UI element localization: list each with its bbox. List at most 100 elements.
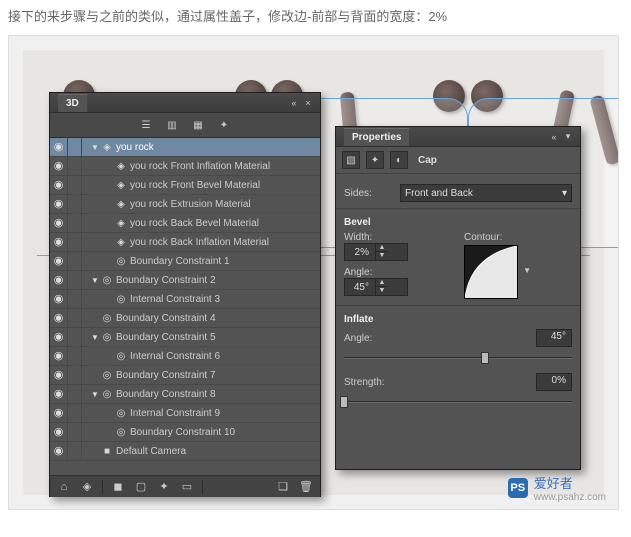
hollow-square-icon[interactable]: ▢ [133, 479, 149, 495]
panel-properties-tab[interactable]: Properties [344, 128, 409, 146]
watermark-logo: PS [508, 478, 528, 498]
tree-row[interactable]: ◉◈you rock Back Bevel Material [50, 214, 320, 233]
inflate-angle-value[interactable]: 45° [536, 329, 572, 347]
tree-row[interactable]: ◉■Default Camera [50, 442, 320, 461]
visibility-icon[interactable]: ◉ [50, 366, 68, 384]
visibility-icon[interactable]: ◉ [50, 214, 68, 232]
strength-label: Strength: [344, 377, 404, 388]
node-label: you rock [116, 142, 154, 153]
light-icon[interactable]: ✦ [216, 117, 232, 133]
inflate-title: Inflate [344, 314, 572, 325]
tree-row[interactable]: ◉▼◈you rock [50, 138, 320, 157]
chevron-down-icon[interactable]: ▼ [523, 266, 531, 275]
strength-slider[interactable] [344, 395, 572, 409]
light-add-icon[interactable]: ✦ [156, 479, 172, 495]
tree-row[interactable]: ◉◎Internal Constraint 3 [50, 290, 320, 309]
tree-row[interactable]: ◉◈you rock Back Inflation Material [50, 233, 320, 252]
tree-row[interactable]: ◉ ▼◎Boundary Constraint 5 [50, 328, 320, 347]
tree-row[interactable]: ◉◎Boundary Constraint 10 [50, 423, 320, 442]
tree-row[interactable]: ◉◎Internal Constraint 6 [50, 347, 320, 366]
visibility-icon[interactable]: ◉ [50, 309, 68, 327]
node-label: you rock Extrusion Material [130, 199, 251, 210]
tree-row[interactable]: ◉▼◎Boundary Constraint 8 [50, 385, 320, 404]
deform-mode-icon[interactable]: ✦ [366, 151, 384, 169]
plane-icon[interactable]: ▭ [179, 479, 195, 495]
spin-down-icon[interactable]: ▼ [376, 287, 388, 295]
node-label: you rock Back Inflation Material [130, 237, 269, 248]
twist-icon[interactable]: ▼ [90, 143, 100, 152]
visibility-icon[interactable]: ◉ [50, 404, 68, 422]
visibility-icon[interactable]: ◉ [50, 328, 68, 346]
twist-icon[interactable]: ▼ [90, 276, 100, 285]
panel-collapse-icon[interactable]: « [547, 130, 561, 144]
square-icon[interactable]: ◼ [110, 479, 126, 495]
visibility-icon[interactable]: ◉ [50, 138, 68, 156]
panel-close-icon[interactable]: × [301, 96, 315, 110]
strength-value[interactable]: 0% [536, 373, 572, 391]
node-label: you rock Front Inflation Material [130, 161, 270, 172]
cap-mode-icon[interactable]: ◐ [390, 151, 408, 169]
chevron-down-icon: ▾ [562, 188, 567, 199]
width-value: 2% [345, 247, 375, 258]
spin-up-icon[interactable]: ▲ [376, 244, 388, 252]
inflate-angle-slider[interactable] [344, 351, 572, 365]
tree-row[interactable]: ◉▼◎Boundary Constraint 2 [50, 271, 320, 290]
mesh-mode-icon[interactable]: ▧ [342, 151, 360, 169]
camera-icon[interactable]: ⌂ [56, 479, 72, 495]
visibility-icon[interactable]: ◉ [50, 271, 68, 289]
tree-row[interactable]: ◉◎Boundary Constraint 1 [50, 252, 320, 271]
panel-3d-tab[interactable]: 3D [58, 94, 87, 112]
grid-icon[interactable]: ▦ [190, 117, 206, 133]
contour-picker[interactable]: ▼ [464, 245, 518, 299]
twist-icon[interactable]: ▼ [90, 390, 100, 399]
panel-collapse-icon[interactable]: « [287, 96, 301, 110]
node-type-icon: ◈ [114, 199, 128, 210]
new-icon[interactable]: ❏ [275, 479, 291, 495]
node-label: you rock Front Bevel Material [130, 180, 260, 191]
node-label: Internal Constraint 9 [130, 408, 220, 419]
visibility-icon[interactable]: ◉ [50, 347, 68, 365]
tutorial-caption: 接下的来步骤与之前的类似，通过属性盖子，修改边-前部与背面的宽度：2% [0, 0, 631, 35]
tree-row[interactable]: ◉◎Internal Constraint 9 [50, 404, 320, 423]
node-type-icon: ◎ [100, 332, 114, 343]
tree-row[interactable]: ◉ ◈you rock Extrusion Material [50, 195, 320, 214]
node-label: Boundary Constraint 4 [116, 313, 216, 324]
panel-3d: 3D « × ☰ ▥ ▦ ✦ ◉▼◈you rock◉◈you rock Fro… [49, 92, 321, 497]
properties-body: Sides: Front and Back ▾ Bevel Width: 2% … [336, 174, 580, 423]
visibility-icon[interactable]: ◉ [50, 195, 68, 213]
panel-3d-tree[interactable]: ◉▼◈you rock◉◈you rock Front Inflation Ma… [50, 138, 320, 475]
node-label: Boundary Constraint 7 [116, 370, 216, 381]
spin-up-icon[interactable]: ▲ [376, 279, 388, 287]
visibility-icon[interactable]: ◉ [50, 176, 68, 194]
node-type-icon: ◈ [114, 218, 128, 229]
tree-row[interactable]: ◉ ◎Boundary Constraint 4 [50, 309, 320, 328]
canvas-stage: 3D « × ☰ ▥ ▦ ✦ ◉▼◈you rock◉◈you rock Fro… [8, 35, 619, 510]
width-field[interactable]: 2% ▲▼ [344, 243, 408, 261]
visibility-icon[interactable]: ◉ [50, 157, 68, 175]
trash-icon[interactable]: 🗑 [298, 479, 314, 495]
angle-field[interactable]: 45° ▲▼ [344, 278, 408, 296]
twist-icon[interactable]: ▼ [90, 333, 100, 342]
tree-row[interactable]: ◉ ◈you rock Front Inflation Material [50, 157, 320, 176]
node-type-icon: ◎ [100, 313, 114, 324]
node-type-icon: ◈ [114, 161, 128, 172]
visibility-icon[interactable]: ◉ [50, 385, 68, 403]
tree-row[interactable]: ◉◎Boundary Constraint 7 [50, 366, 320, 385]
node-type-icon: ◎ [100, 275, 114, 286]
spin-down-icon[interactable]: ▼ [376, 252, 388, 260]
watermark-name: 爱好者 [534, 473, 606, 492]
visibility-icon[interactable]: ◉ [50, 233, 68, 251]
sides-dropdown[interactable]: Front and Back ▾ [400, 184, 572, 202]
tree-row[interactable]: ◉◈you rock Front Bevel Material [50, 176, 320, 195]
visibility-icon[interactable]: ◉ [50, 423, 68, 441]
visibility-icon[interactable]: ◉ [50, 442, 68, 460]
visibility-icon[interactable]: ◉ [50, 290, 68, 308]
bevel-title: Bevel [344, 217, 572, 228]
panel-3d-toolbar: ☰ ▥ ▦ ✦ [50, 113, 320, 138]
layers-icon[interactable]: ▥ [164, 117, 180, 133]
visibility-icon[interactable]: ◉ [50, 252, 68, 270]
mesh-icon[interactable]: ◈ [79, 479, 95, 495]
node-label: Boundary Constraint 5 [116, 332, 216, 343]
panel-menu-icon[interactable]: ▾ [561, 130, 575, 144]
filter-icon[interactable]: ☰ [138, 117, 154, 133]
